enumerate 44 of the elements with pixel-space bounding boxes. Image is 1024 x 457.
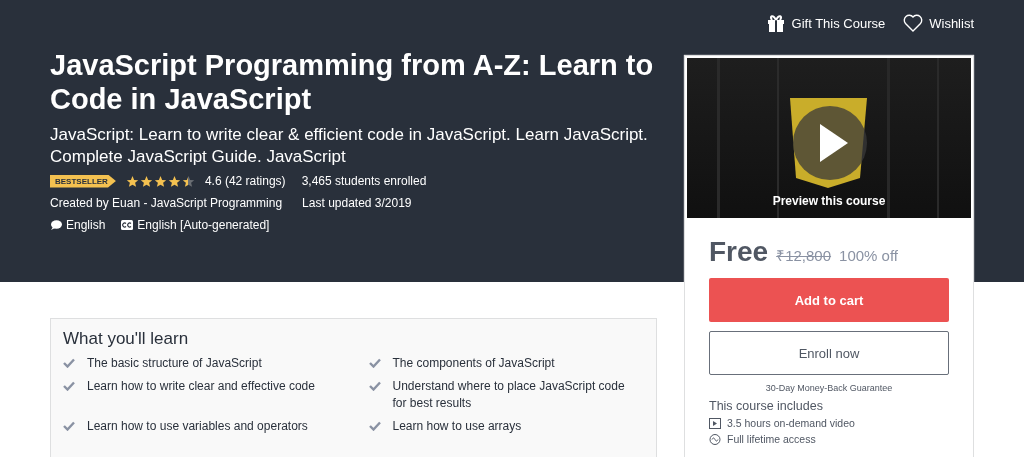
last-updated: Last updated 3/2019 [302, 196, 412, 210]
course-subtitle: JavaScript: Learn to write clear & efficient code in JavaScript. Learn JavaScript. Complete JavaScript Guide. JavaScript [50, 124, 649, 168]
includes-heading: This course includes [709, 399, 824, 413]
learn-item: The basic structure of JavaScript [87, 355, 262, 372]
star-icon [153, 174, 167, 188]
learn-item: Learn how to use arrays [392, 418, 522, 435]
rating-text: 4.6 (42 ratings) [204, 174, 286, 188]
gift-link[interactable]: Gift This Course [765, 13, 886, 33]
video-icon [709, 417, 721, 429]
enrolled-count: 3,465 students enrolled [301, 174, 427, 188]
price: Free [709, 236, 769, 268]
wishlist-link[interactable]: Wishlist [903, 14, 974, 32]
check-icon [63, 421, 75, 431]
includes-item: 3.5 hours on-demand video [727, 417, 855, 429]
check-icon [63, 381, 75, 391]
original-price: ₹12,800 [776, 246, 832, 265]
speech-bubble-icon [50, 219, 62, 231]
guarantee-text: 30-Day Money-Back Guarantee [764, 383, 894, 393]
check-icon [63, 358, 75, 368]
heart-icon [903, 14, 924, 32]
instructor-text: Created by Euan - JavaScript Programming [50, 196, 283, 210]
star-icon [125, 174, 139, 188]
cc-icon [121, 220, 134, 230]
learn-item: The components of JavaScript [392, 355, 555, 372]
gift-icon [765, 13, 786, 33]
star-icon [167, 174, 181, 188]
check-icon [368, 358, 381, 368]
add-to-cart-button[interactable]: Add to cart [709, 278, 949, 322]
language-text: English [66, 218, 106, 232]
captions-text: English [Auto-generated] [137, 218, 270, 232]
preview-label[interactable]: Preview this course [772, 194, 886, 208]
check-icon [368, 421, 381, 431]
enroll-button[interactable]: Enroll now [709, 331, 949, 375]
bestseller-badge: BESTSELLER [50, 174, 116, 188]
discount-text: 100% off [839, 247, 898, 264]
check-icon [368, 381, 381, 391]
learn-heading: What you'll learn [63, 329, 190, 349]
course-title: JavaScript Programming from A-Z: Learn to Code in JavaScript [50, 48, 655, 116]
includes-item: Full lifetime access [727, 433, 816, 445]
learn-item: Learn how to write clear and effective code [87, 378, 315, 395]
learn-item: Understand where to place JavaScript code for best results [392, 378, 626, 412]
learn-item: Learn how to use variables and operators [87, 418, 308, 435]
star-icon [139, 174, 153, 188]
star-icon [181, 174, 195, 188]
